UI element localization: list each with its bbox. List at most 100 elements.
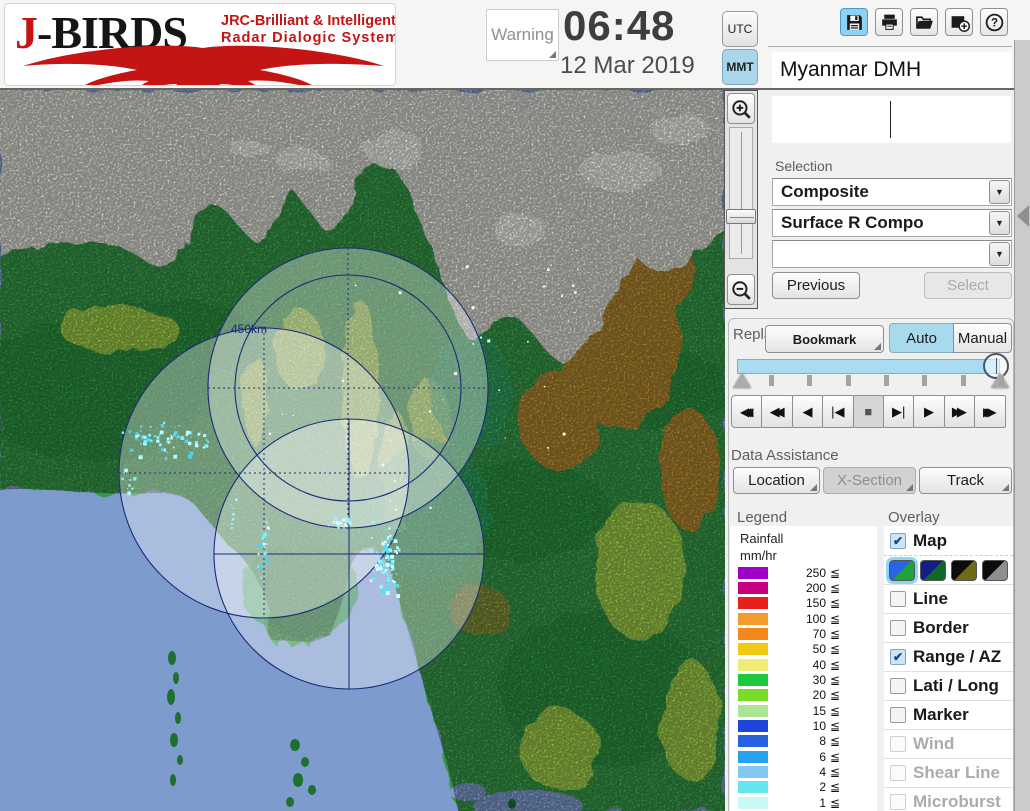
forward-double-button[interactable]: ▶▶ xyxy=(943,395,976,428)
play-reverse-icon: ◀ xyxy=(802,403,813,419)
legend-color-swatch xyxy=(738,766,768,779)
print-button[interactable] xyxy=(875,8,903,36)
collapse-arrow-icon[interactable] xyxy=(1017,205,1029,227)
less-equal-symbol: ≦ xyxy=(830,719,841,734)
save-icon xyxy=(846,14,862,30)
overlay-item-border[interactable]: Border xyxy=(884,613,1013,642)
legend-row: 1 ≦ xyxy=(730,795,877,810)
rewind-double-button[interactable]: ◀◀ xyxy=(761,395,793,428)
overlay-item-label: Marker xyxy=(913,705,969,724)
overlay-list: ✔ Map Line Border ✔ Range / AZ Lati / Long Mark… xyxy=(884,526,1013,811)
app-logo: J-BIRDS JRC-Brilliant & Intelligent Rada… xyxy=(4,3,396,86)
forward-double-icon: ▶▶ xyxy=(951,403,967,419)
corner-triangle-icon xyxy=(1002,484,1009,491)
playback-controls: ◀◀◀ ◀◀ ◀ |◀ ■ ▶| ▶ ▶▶ ▶▶▶ xyxy=(731,395,1006,428)
panel-scrollbar[interactable] xyxy=(1014,40,1030,811)
legend-color-swatch xyxy=(738,720,768,733)
timeline-tick xyxy=(845,375,851,386)
overlay-item-range-az[interactable]: ✔ Range / AZ xyxy=(884,642,1013,671)
legend-threshold-value: 250 xyxy=(805,565,826,580)
help-icon: ? xyxy=(985,13,1003,31)
overlay-item-microburst: Microburst xyxy=(884,787,1013,811)
legend-color-swatch xyxy=(738,781,768,794)
map-style-swatch-2[interactable] xyxy=(920,559,946,581)
less-equal-symbol: ≦ xyxy=(830,611,841,626)
chevron-down-icon[interactable]: ▼ xyxy=(989,180,1010,204)
step-forward-icon: ▶| xyxy=(891,403,906,419)
zoom-slider[interactable] xyxy=(729,127,753,259)
open-folder-button[interactable] xyxy=(910,8,938,36)
help-button[interactable]: ? xyxy=(980,8,1008,36)
legend-threshold-value: 10 xyxy=(812,719,826,734)
legend-color-swatch xyxy=(738,796,768,809)
checkbox-icon xyxy=(890,736,906,752)
replay-timeline-slider[interactable] xyxy=(737,359,1000,374)
option-dropdown[interactable]: ▼ xyxy=(772,240,1012,268)
checkbox-icon[interactable] xyxy=(890,620,906,636)
chevron-down-icon[interactable]: ▼ xyxy=(989,242,1010,266)
legend-color-swatch xyxy=(738,689,768,702)
track-button[interactable]: Track xyxy=(919,467,1012,494)
overlay-item-line[interactable]: Line xyxy=(884,584,1013,613)
map-style-swatch-4[interactable] xyxy=(982,559,1008,581)
jbirds-window: 450km J-BIRDS JRC-Brilliant & Intelligen… xyxy=(0,0,1030,811)
map-style-swatch-1[interactable] xyxy=(886,556,918,584)
selection-label: Selection xyxy=(775,158,833,174)
legend-threshold-value: 4 xyxy=(819,765,826,780)
timezone-utc-button[interactable]: UTC xyxy=(722,11,758,47)
category-dropdown[interactable]: Composite ▼ xyxy=(772,178,1012,206)
select-button[interactable]: Select xyxy=(924,272,1012,299)
legend-row: 70 ≦ xyxy=(730,626,877,641)
checkbox-icon xyxy=(890,794,906,810)
product-dropdown[interactable]: Surface R Compo ▼ xyxy=(772,209,1012,237)
less-equal-symbol: ≦ xyxy=(830,703,841,718)
legend-row: 100 ≦ xyxy=(730,611,877,626)
checkbox-icon[interactable]: ✔ xyxy=(890,649,906,665)
less-equal-symbol: ≦ xyxy=(830,596,841,611)
overlay-item-map[interactable]: ✔ Map xyxy=(884,526,1013,555)
legend-row: 10 ≦ xyxy=(730,718,877,733)
add-image-icon xyxy=(951,15,970,32)
save-button[interactable] xyxy=(840,8,868,36)
step-forward-button[interactable]: ▶| xyxy=(882,395,915,428)
logo-tagline-1: JRC-Brilliant & Intelligent xyxy=(221,13,396,29)
legend-threshold-value: 150 xyxy=(805,596,826,611)
checkbox-icon[interactable] xyxy=(890,707,906,723)
bookmark-button[interactable]: Bookmark xyxy=(765,325,884,353)
step-back-button[interactable]: |◀ xyxy=(822,395,854,428)
legend-threshold-value: 6 xyxy=(819,749,826,764)
previous-button[interactable]: Previous xyxy=(772,272,860,299)
legend-threshold-value: 70 xyxy=(812,627,826,642)
zoom-in-button[interactable] xyxy=(727,93,755,124)
checkbox-icon[interactable] xyxy=(890,678,906,694)
play-reverse-button[interactable]: ◀ xyxy=(791,395,824,428)
stop-button[interactable]: ■ xyxy=(852,395,884,428)
legend-threshold-value: 20 xyxy=(812,688,826,703)
warning-button[interactable]: Warning xyxy=(486,9,559,61)
forward-triple-button[interactable]: ▶▶▶ xyxy=(974,395,1006,428)
map-display[interactable]: 450km xyxy=(0,90,730,811)
replay-manual-button[interactable]: Manual xyxy=(953,323,1012,353)
add-image-button[interactable] xyxy=(945,8,973,36)
chevron-down-icon[interactable]: ▼ xyxy=(989,211,1010,235)
overlay-item-marker[interactable]: Marker xyxy=(884,700,1013,729)
legend-row: 8 ≦ xyxy=(730,734,877,749)
overlay-item-wind: Wind xyxy=(884,729,1013,758)
range-start-marker[interactable] xyxy=(733,373,751,388)
legend-row: 250 ≦ xyxy=(730,565,877,580)
rewind-triple-button[interactable]: ◀◀◀ xyxy=(731,395,763,428)
zoom-slider-handle[interactable] xyxy=(726,209,756,224)
checkbox-icon[interactable]: ✔ xyxy=(890,532,906,549)
legend-color-swatch xyxy=(738,658,768,671)
x-section-button[interactable]: X-Section xyxy=(823,467,916,494)
timezone-mmt-button[interactable]: MMT xyxy=(722,49,758,85)
timeline-tick xyxy=(769,375,774,386)
map-style-swatch-3[interactable] xyxy=(951,559,977,581)
checkbox-icon[interactable] xyxy=(890,591,906,607)
play-button[interactable]: ▶ xyxy=(913,395,945,428)
overlay-item-lati-long[interactable]: Lati / Long xyxy=(884,671,1013,700)
location-button[interactable]: Location xyxy=(733,467,820,494)
zoom-out-button[interactable] xyxy=(727,274,755,305)
replay-auto-button[interactable]: Auto xyxy=(889,323,954,353)
timeline-marker-box xyxy=(772,96,1011,143)
